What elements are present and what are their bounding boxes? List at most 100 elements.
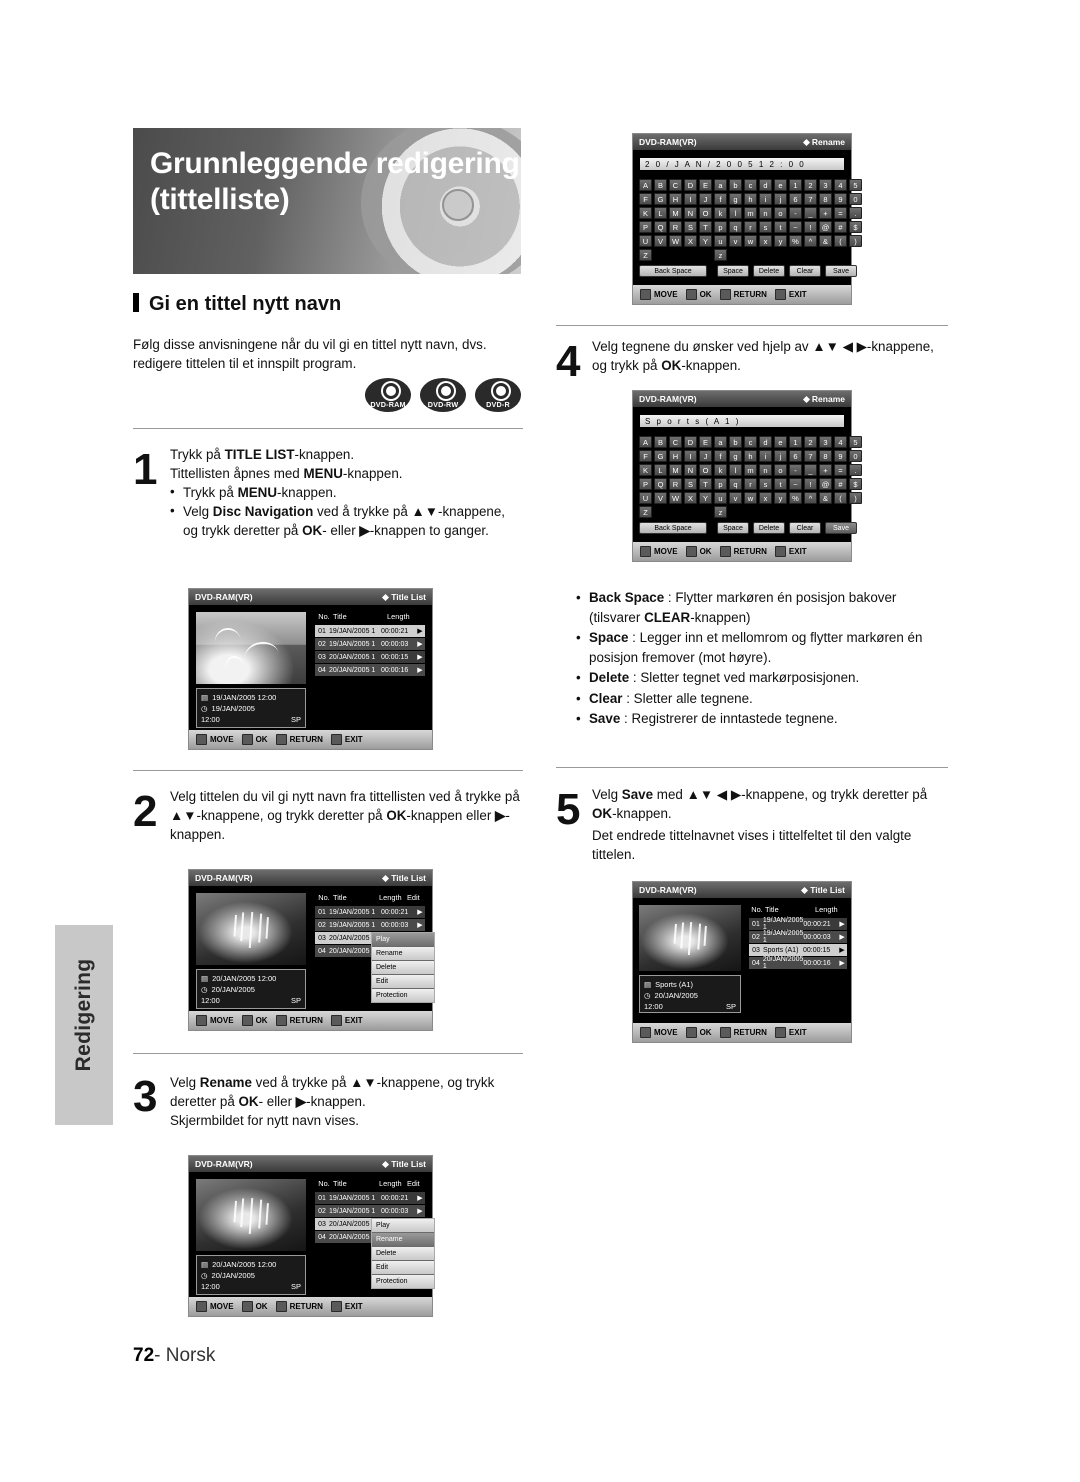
save-button[interactable]: Save	[825, 522, 857, 534]
key-d[interactable]: d	[759, 436, 772, 448]
key-1[interactable]: 1	[789, 436, 802, 448]
table-row[interactable]: 04 20/JAN/2005 1 00:00:16 ▶	[315, 664, 425, 676]
footer-return[interactable]: RETURN	[719, 289, 767, 300]
key-2[interactable]: 2	[804, 436, 817, 448]
key-3[interactable]: 3	[819, 179, 832, 191]
key-equals[interactable]: =	[834, 207, 847, 219]
key-Y[interactable]: Y	[699, 235, 712, 247]
footer-move[interactable]: MOVE	[196, 734, 234, 745]
key-w[interactable]: w	[744, 235, 757, 247]
key-0[interactable]: 0	[849, 193, 862, 205]
context-menu[interactable]: Play Rename Delete Edit Protection	[371, 932, 435, 1003]
key-b[interactable]: b	[729, 436, 742, 448]
footer-move[interactable]: MOVE	[196, 1015, 234, 1026]
key-underscore[interactable]: _	[804, 207, 817, 219]
key-z[interactable]: z	[714, 506, 727, 518]
key-c[interactable]: c	[744, 179, 757, 191]
key-B[interactable]: B	[654, 436, 667, 448]
key-j[interactable]: j	[774, 193, 787, 205]
key-G[interactable]: G	[654, 450, 667, 462]
key-W[interactable]: W	[669, 492, 682, 504]
key-W[interactable]: W	[669, 235, 682, 247]
space-button[interactable]: Space	[717, 522, 749, 534]
table-row[interactable]: 01 19/JAN/2005 1 00:00:21 ▶	[749, 917, 847, 931]
key-paren-open[interactable]: (	[834, 235, 847, 247]
key-plus[interactable]: +	[819, 207, 832, 219]
key-ampersand[interactable]: &	[819, 492, 832, 504]
key-T[interactable]: T	[699, 478, 712, 490]
key-g[interactable]: g	[729, 193, 742, 205]
key-j[interactable]: j	[774, 450, 787, 462]
footer-ok[interactable]: OK	[685, 289, 712, 300]
key-A[interactable]: A	[639, 179, 652, 191]
key-5[interactable]: 5	[849, 436, 862, 448]
back-space-button[interactable]: Back Space	[639, 522, 707, 534]
key-period[interactable]: .	[849, 464, 862, 476]
key-s[interactable]: s	[759, 221, 772, 233]
key-q[interactable]: q	[729, 478, 742, 490]
key-n[interactable]: n	[759, 207, 772, 219]
key-a[interactable]: a	[714, 179, 727, 191]
key-hash[interactable]: #	[834, 478, 847, 490]
context-menu[interactable]: Play Rename Delete Edit Protection	[371, 1218, 435, 1289]
key-V[interactable]: V	[654, 492, 667, 504]
key-o[interactable]: o	[774, 207, 787, 219]
key-b[interactable]: b	[729, 179, 742, 191]
key-i[interactable]: i	[759, 450, 772, 462]
name-input-field[interactable]: 2 0 / J A N / 2 0 0 5 1 2 : 0 0	[639, 157, 845, 171]
key-M[interactable]: M	[669, 207, 682, 219]
key-minus[interactable]: -	[789, 464, 802, 476]
key-O[interactable]: O	[699, 207, 712, 219]
key-P[interactable]: P	[639, 221, 652, 233]
key-X[interactable]: X	[684, 492, 697, 504]
table-row[interactable]: 02 19/JAN/2005 1 00:00:03 ▶	[315, 638, 425, 650]
key-p[interactable]: p	[714, 221, 727, 233]
menu-item-protection[interactable]: Protection	[372, 1275, 434, 1288]
menu-item-delete[interactable]: Delete	[372, 961, 434, 975]
key-H[interactable]: H	[669, 193, 682, 205]
menu-item-play[interactable]: Play	[372, 1219, 434, 1233]
clear-button[interactable]: Clear	[789, 265, 821, 277]
key-l[interactable]: l	[729, 207, 742, 219]
key-1[interactable]: 1	[789, 179, 802, 191]
key-p[interactable]: p	[714, 478, 727, 490]
key-u[interactable]: u	[714, 235, 727, 247]
table-row[interactable]: 03 20/JAN/2005 1 00:00:15 ▶	[315, 651, 425, 663]
key-9[interactable]: 9	[834, 450, 847, 462]
key-z[interactable]: z	[714, 249, 727, 261]
key-s[interactable]: s	[759, 478, 772, 490]
key-D[interactable]: D	[684, 436, 697, 448]
space-button[interactable]: Space	[717, 265, 749, 277]
key-Z[interactable]: Z	[639, 506, 652, 518]
key-t[interactable]: t	[774, 221, 787, 233]
footer-move[interactable]: MOVE	[640, 289, 678, 300]
key-x[interactable]: x	[759, 492, 772, 504]
key-G[interactable]: G	[654, 193, 667, 205]
menu-item-protection[interactable]: Protection	[372, 989, 434, 1002]
key-g[interactable]: g	[729, 450, 742, 462]
key-I[interactable]: I	[684, 193, 697, 205]
key-r[interactable]: r	[744, 221, 757, 233]
key-B[interactable]: B	[654, 179, 667, 191]
footer-exit[interactable]: EXIT	[330, 1301, 363, 1312]
table-row[interactable]: 01 19/JAN/2005 1 00:00:21 ▶	[315, 906, 425, 918]
key-N[interactable]: N	[684, 207, 697, 219]
key-paren-close[interactable]: )	[849, 235, 862, 247]
key-L[interactable]: L	[654, 464, 667, 476]
footer-return[interactable]: RETURN	[719, 1027, 767, 1038]
key-7[interactable]: 7	[804, 193, 817, 205]
footer-ok[interactable]: OK	[241, 1015, 268, 1026]
key-U[interactable]: U	[639, 235, 652, 247]
key-ampersand[interactable]: &	[819, 235, 832, 247]
key-d[interactable]: d	[759, 179, 772, 191]
key-X[interactable]: X	[684, 235, 697, 247]
key-underscore[interactable]: _	[804, 464, 817, 476]
key-R[interactable]: R	[669, 221, 682, 233]
key-exclaim[interactable]: !	[804, 478, 817, 490]
key-percent[interactable]: %	[789, 235, 802, 247]
key-k[interactable]: k	[714, 464, 727, 476]
key-8[interactable]: 8	[819, 193, 832, 205]
key-8[interactable]: 8	[819, 450, 832, 462]
key-S[interactable]: S	[684, 221, 697, 233]
key-m[interactable]: m	[744, 464, 757, 476]
